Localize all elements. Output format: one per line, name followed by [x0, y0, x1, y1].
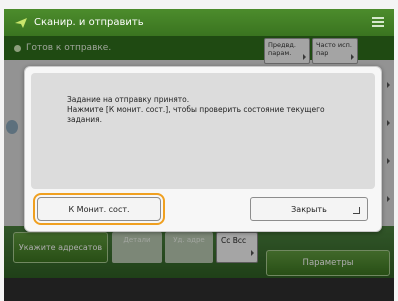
dialog-message: Задание на отправку принято. Нажмите [К …: [67, 95, 325, 124]
close-label: Закрыть: [291, 204, 327, 214]
enter-corner-icon: [353, 207, 360, 214]
app-title: Сканир. и отправить: [34, 17, 144, 28]
send-accepted-dialog: Задание на отправку принято. Нажмите [К …: [24, 66, 382, 232]
status-monitor-label: К Монит. сост.: [68, 204, 130, 214]
menu-icon[interactable]: [372, 17, 384, 27]
close-button[interactable]: Закрыть: [250, 197, 368, 221]
send-icon: [15, 17, 27, 28]
status-monitor-button[interactable]: К Монит. сост.: [33, 193, 165, 225]
footer-bar: [4, 278, 394, 301]
title-bar: Сканир. и отправить: [4, 9, 394, 36]
screen: Сканир. и отправить Готов к отправке. Пр…: [0, 0, 398, 301]
message-area: Задание на отправку принято. Нажмите [К …: [31, 73, 375, 189]
